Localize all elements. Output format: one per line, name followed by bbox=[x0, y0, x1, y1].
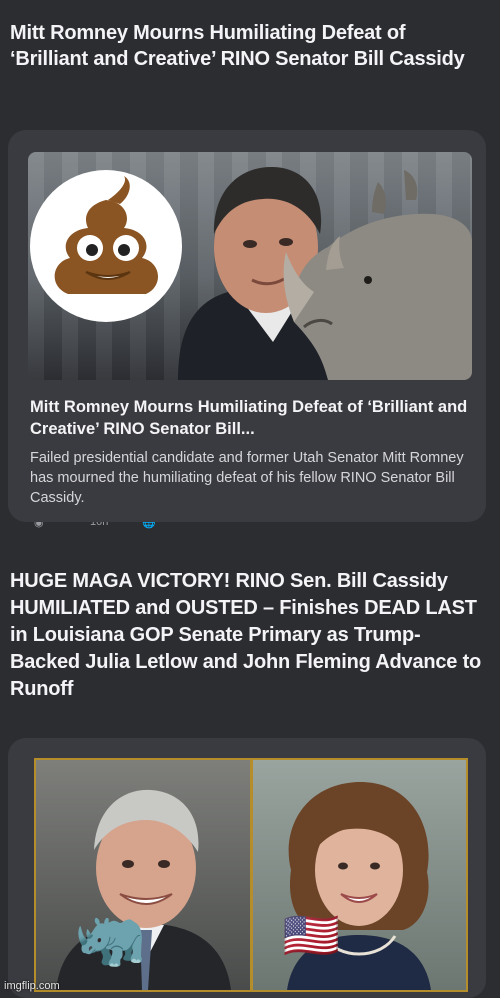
link-preview-card[interactable]: 🦏 🇺🇸 bbox=[8, 738, 486, 998]
post-title[interactable]: HUGE MAGA VICTORY! RINO Sen. Bill Cassid… bbox=[10, 568, 486, 703]
side-by-side-photo[interactable]: 🦏 🇺🇸 bbox=[34, 758, 468, 992]
cassidy-portrait: 🦏 bbox=[36, 760, 250, 990]
us-flag-emoji-icon: 🇺🇸 bbox=[282, 909, 340, 961]
globe-icon: 🌐 bbox=[142, 522, 156, 529]
rhino-emoji-icon: 🦏 bbox=[74, 905, 147, 970]
post-meta-row: ◉ 10h 🌐 bbox=[0, 522, 500, 534]
poop-emoji-icon bbox=[30, 170, 182, 322]
post-time: 10h bbox=[90, 522, 109, 528]
imgflip-watermark: imgflip.com bbox=[4, 980, 60, 992]
thumbnail-illustration bbox=[30, 166, 472, 380]
link-preview-card[interactable]: Mitt Romney Mourns Humiliating Defeat of… bbox=[8, 130, 486, 522]
article-thumbnail[interactable] bbox=[28, 152, 472, 380]
card-description: Failed presidential candidate and former… bbox=[30, 450, 464, 506]
letlow-portrait: 🇺🇸 bbox=[252, 760, 466, 990]
card-headline[interactable]: Mitt Romney Mourns Humiliating Defeat of… bbox=[30, 396, 470, 440]
avatar-icon[interactable]: ◉ bbox=[34, 522, 44, 529]
post-title[interactable]: Mitt Romney Mourns Humiliating Defeat of… bbox=[10, 20, 486, 72]
